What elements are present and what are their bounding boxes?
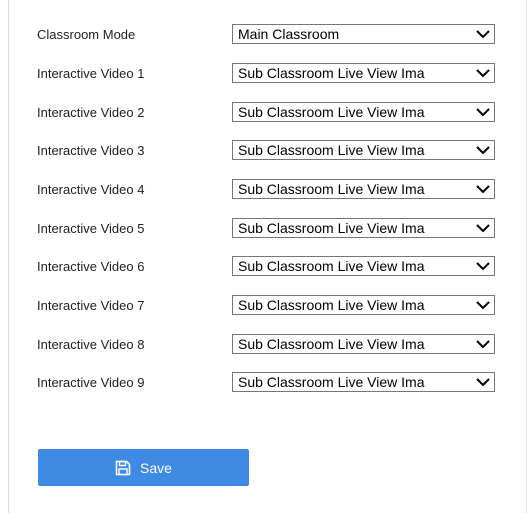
interactive-video-6-row: Interactive Video 6 Sub Classroom Live V… [9, 256, 528, 278]
classroom-mode-row: Classroom Mode Main Classroom [9, 24, 528, 46]
interactive-video-7-row: Interactive Video 7 Sub Classroom Live V… [9, 295, 528, 317]
interactive-video-9-row: Interactive Video 9 Sub Classroom Live V… [9, 372, 528, 394]
chevron-down-icon [476, 378, 490, 387]
interactive-video-4-row: Interactive Video 4 Sub Classroom Live V… [9, 179, 528, 201]
interactive-video-8-row: Interactive Video 8 Sub Classroom Live V… [9, 334, 528, 356]
chevron-down-icon [476, 262, 490, 271]
interactive-video-6-select[interactable]: Sub Classroom Live View Ima [232, 256, 495, 276]
interactive-video-1-row: Interactive Video 1 Sub Classroom Live V… [9, 63, 528, 85]
chevron-down-icon [476, 340, 490, 349]
chevron-down-icon [476, 301, 490, 310]
interactive-video-8-label: Interactive Video 8 [37, 337, 145, 352]
chevron-down-icon [476, 185, 490, 194]
interactive-video-5-select[interactable]: Sub Classroom Live View Ima [232, 218, 495, 238]
interactive-video-3-value: Sub Classroom Live View Ima [238, 142, 425, 158]
classroom-mode-value: Main Classroom [238, 26, 340, 42]
chevron-down-icon [476, 224, 490, 233]
interactive-video-1-label: Interactive Video 1 [37, 66, 145, 81]
save-button[interactable]: Save [38, 449, 249, 486]
interactive-video-5-row: Interactive Video 5 Sub Classroom Live V… [9, 218, 528, 240]
classroom-mode-label: Classroom Mode [37, 27, 136, 42]
interactive-video-9-value: Sub Classroom Live View Ima [238, 374, 425, 390]
interactive-video-3-row: Interactive Video 3 Sub Classroom Live V… [9, 140, 528, 162]
chevron-down-icon [476, 30, 490, 39]
classroom-mode-select[interactable]: Main Classroom [232, 24, 495, 44]
interactive-video-2-label: Interactive Video 2 [37, 105, 145, 120]
save-label: Save [140, 459, 172, 476]
interactive-video-2-row: Interactive Video 2 Sub Classroom Live V… [9, 102, 528, 124]
interactive-video-7-label: Interactive Video 7 [37, 298, 145, 313]
interactive-video-5-label: Interactive Video 5 [37, 221, 145, 236]
interactive-video-6-value: Sub Classroom Live View Ima [238, 258, 425, 274]
interactive-video-3-label: Interactive Video 3 [37, 143, 145, 158]
interactive-video-2-value: Sub Classroom Live View Ima [238, 104, 425, 120]
interactive-video-7-value: Sub Classroom Live View Ima [238, 297, 425, 313]
interactive-video-9-select[interactable]: Sub Classroom Live View Ima [232, 372, 495, 392]
interactive-video-2-select[interactable]: Sub Classroom Live View Ima [232, 102, 495, 122]
interactive-video-8-select[interactable]: Sub Classroom Live View Ima [232, 334, 495, 354]
interactive-video-1-select[interactable]: Sub Classroom Live View Ima [232, 63, 495, 83]
interactive-video-7-select[interactable]: Sub Classroom Live View Ima [232, 295, 495, 315]
settings-panel: Classroom Mode Main Classroom Interactiv… [8, 0, 527, 513]
interactive-video-1-value: Sub Classroom Live View Ima [238, 65, 425, 81]
interactive-video-9-label: Interactive Video 9 [37, 375, 145, 390]
chevron-down-icon [476, 108, 490, 117]
interactive-video-4-select[interactable]: Sub Classroom Live View Ima [232, 179, 495, 199]
interactive-video-5-value: Sub Classroom Live View Ima [238, 220, 425, 236]
interactive-video-3-select[interactable]: Sub Classroom Live View Ima [232, 140, 495, 160]
floppy-disk-icon [115, 460, 131, 475]
interactive-video-4-value: Sub Classroom Live View Ima [238, 181, 425, 197]
interactive-video-6-label: Interactive Video 6 [37, 259, 145, 274]
interactive-video-4-label: Interactive Video 4 [37, 182, 145, 197]
chevron-down-icon [476, 146, 490, 155]
interactive-video-8-value: Sub Classroom Live View Ima [238, 336, 425, 352]
chevron-down-icon [476, 69, 490, 78]
